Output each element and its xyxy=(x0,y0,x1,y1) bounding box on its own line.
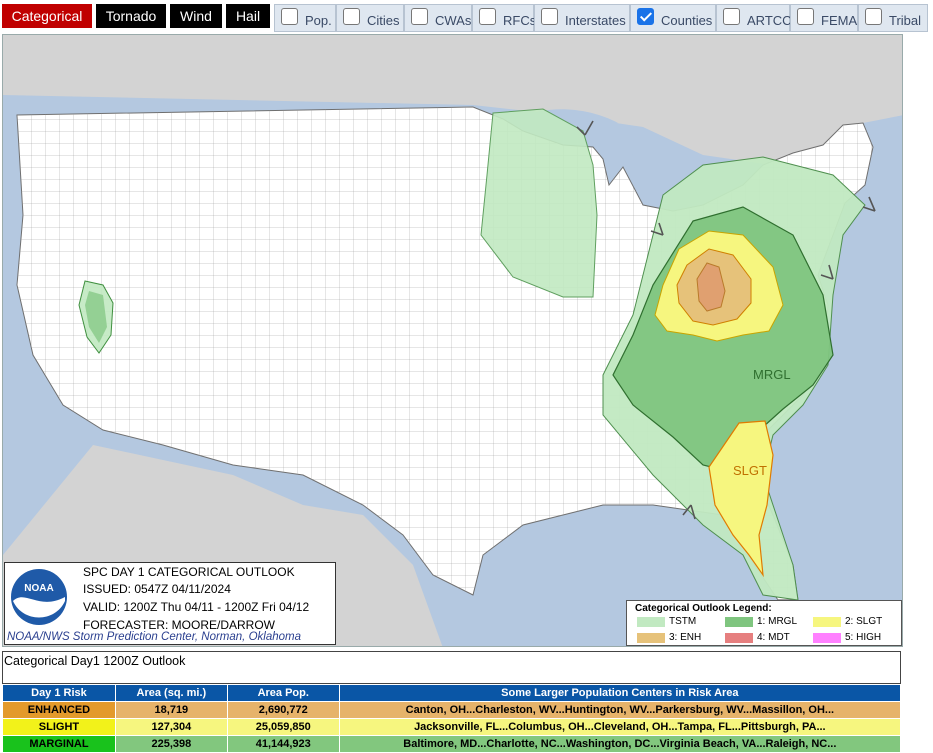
layer-toggle-rfcs[interactable]: RFCs xyxy=(472,4,537,32)
risk-level-cell: ENHANCED xyxy=(2,701,116,719)
table-row-slight: SLIGHT 127,304 25,059,850 Jacksonville, … xyxy=(2,718,902,736)
legend-swatch-mrgl xyxy=(725,617,753,627)
legend-title: Categorical Outlook Legend: xyxy=(635,603,772,614)
slgt-map-label: SLGT xyxy=(733,463,767,478)
rfcs-checkbox[interactable] xyxy=(479,8,496,25)
legend-swatch-slgt xyxy=(813,617,841,627)
pop-checkbox[interactable] xyxy=(281,8,298,25)
layer-label-interstates: Interstates xyxy=(565,13,626,28)
tribal-checkbox[interactable] xyxy=(865,8,882,25)
legend-label-high: 5: HIGH xyxy=(845,632,882,643)
spc-credit: NOAA/NWS Storm Prediction Center, Norman… xyxy=(7,631,301,643)
pop-cell: 41,144,923 xyxy=(226,735,340,753)
centers-cell: Jacksonville, FL...Columbus, OH...Clevel… xyxy=(338,718,902,736)
outline-arrow-east xyxy=(862,196,876,212)
risk-summary-table: Day 1 Risk Area (sq. mi.) Area Pop. Some… xyxy=(2,684,902,753)
tab-hail[interactable]: Hail xyxy=(226,4,270,28)
map-legend: Categorical Outlook Legend: TSTM 1: MRGL… xyxy=(626,600,902,646)
legend-swatch-high xyxy=(813,633,841,643)
pop-cell: 2,690,772 xyxy=(226,701,340,719)
outlook-valid-time: VALID: 1200Z Thu 04/11 - 1200Z Fri 04/12 xyxy=(83,600,310,614)
header-centers: Some Larger Population Centers in Risk A… xyxy=(338,684,902,702)
noaa-logo-icon: NOAA xyxy=(11,569,67,625)
table-row-enhanced: ENHANCED 18,719 2,690,772 Canton, OH...C… xyxy=(2,701,902,719)
outlook-forecaster: FORECASTER: MOORE/DARROW xyxy=(83,618,276,632)
area-cell: 127,304 xyxy=(114,718,228,736)
outlook-info-title: SPC DAY 1 CATEGORICAL OUTLOOK xyxy=(83,565,295,579)
table-header-row: Day 1 Risk Area (sq. mi.) Area Pop. Some… xyxy=(2,684,902,702)
layer-toggle-tribal[interactable]: Tribal xyxy=(858,4,928,32)
layer-toggle-cwas[interactable]: CWAs xyxy=(404,4,472,32)
outlook-issued-time: ISSUED: 0547Z 04/11/2024 xyxy=(83,582,231,596)
legend-label-tstm: TSTM xyxy=(669,616,697,627)
layer-label-cities: Cities xyxy=(367,13,400,28)
area-cell: 18,719 xyxy=(114,701,228,719)
layer-toggle-counties[interactable]: Counties xyxy=(630,4,716,32)
layer-label-artcc: ARTCC xyxy=(747,13,792,28)
fema-checkbox[interactable] xyxy=(797,8,814,25)
cities-checkbox[interactable] xyxy=(343,8,360,25)
tab-categorical[interactable]: Categorical xyxy=(2,4,92,28)
tab-wind[interactable]: Wind xyxy=(170,4,222,28)
layer-label-counties: Counties xyxy=(661,13,713,28)
legend-swatch-enh xyxy=(637,633,665,643)
layer-toggle-artcc[interactable]: ARTCC xyxy=(716,4,792,32)
layer-toggle-interstates[interactable]: Interstates xyxy=(534,4,630,32)
map-svg: MRGL SLGT xyxy=(3,35,902,646)
header-day1-risk: Day 1 Risk xyxy=(2,684,116,702)
table-row-marginal: MARGINAL 225,398 41,144,923 Baltimore, M… xyxy=(2,735,902,753)
area-cell: 225,398 xyxy=(114,735,228,753)
layer-toggle-fema[interactable]: FEMA xyxy=(790,4,858,32)
interstates-checkbox[interactable] xyxy=(541,8,558,25)
layer-toggle-pop[interactable]: Pop. xyxy=(274,4,336,32)
outlook-map[interactable]: MRGL SLGT xyxy=(2,34,903,647)
layer-label-fema: FEMA xyxy=(821,13,858,28)
layer-toggle-cities[interactable]: Cities xyxy=(336,4,404,32)
svg-text:NOAA: NOAA xyxy=(24,583,53,594)
centers-cell: Baltimore, MD...Charlotte, NC...Washingt… xyxy=(338,735,902,753)
legend-label-enh: 3: ENH xyxy=(669,632,702,643)
layer-label-pop: Pop. xyxy=(305,13,332,28)
legend-label-mrgl: 1: MRGL xyxy=(757,616,798,627)
artcc-checkbox[interactable] xyxy=(723,8,740,25)
risk-level-cell: SLIGHT xyxy=(2,718,116,736)
legend-label-mdt: 4: MDT xyxy=(757,632,790,643)
layer-label-cwas: CWAs xyxy=(435,13,472,28)
pop-cell: 25,059,850 xyxy=(226,718,340,736)
lake-huron xyxy=(631,145,668,197)
risk-level-cell: MARGINAL xyxy=(2,735,116,753)
cwas-checkbox[interactable] xyxy=(411,8,428,25)
legend-label-slgt: 2: SLGT xyxy=(845,616,883,627)
header-pop: Area Pop. xyxy=(226,684,340,702)
tab-tornado[interactable]: Tornado xyxy=(96,4,166,28)
centers-cell: Canton, OH...Charleston, WV...Huntington… xyxy=(338,701,902,719)
counties-checkbox[interactable] xyxy=(637,8,654,25)
mrgl-map-label: MRGL xyxy=(753,367,791,382)
outlook-title-box: Categorical Day1 1200Z Outlook xyxy=(2,651,901,684)
legend-swatch-tstm xyxy=(637,617,665,627)
layer-label-rfcs: RFCs xyxy=(503,13,537,28)
outlook-info-box: NOAA SPC DAY 1 CATEGORICAL OUTLOOK ISSUE… xyxy=(4,562,336,645)
header-area: Area (sq. mi.) xyxy=(114,684,228,702)
outlook-toolbar: Categorical Tornado Wind Hail Pop. Citie… xyxy=(0,0,933,34)
legend-swatch-mdt xyxy=(725,633,753,643)
layer-label-tribal: Tribal xyxy=(889,13,922,28)
